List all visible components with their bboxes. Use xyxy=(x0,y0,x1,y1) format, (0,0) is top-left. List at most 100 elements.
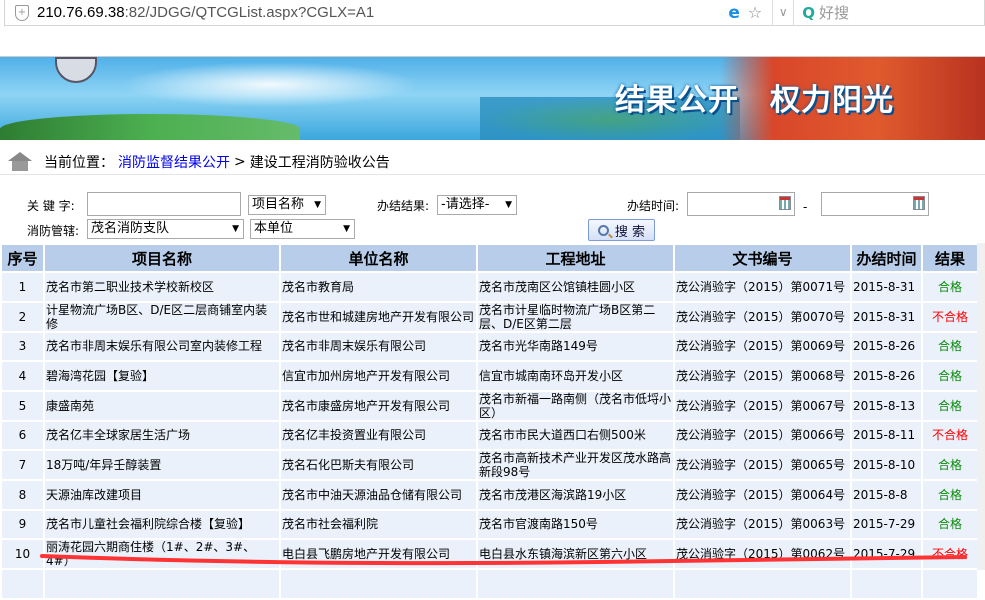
search-button[interactable]: 搜 索 xyxy=(588,219,655,241)
table-row[interactable]: 1 茂名市第二职业技术学校新校区 茂名市教育局 茂名市茂南区公馆镇桂圆小区 茂公消验字（… xyxy=(0,271,979,303)
document-number: 茂公消验字（2015）第0069号 xyxy=(673,330,852,362)
project-name[interactable]: 茂名亿丰全球家居生活广场 xyxy=(43,419,281,451)
keyword-input[interactable] xyxy=(87,192,241,216)
table-cell xyxy=(673,568,852,600)
table-header-row: 序号 项目名称 单位名称 工程地址 文书编号 办结时间 结果 xyxy=(0,243,979,273)
row-number: 5 xyxy=(0,389,45,422)
keyword-field-select[interactable]: 项目名称 ▼ xyxy=(248,195,326,215)
unit-name: 茂名市世和城建房地产开发有限公司 xyxy=(279,300,478,333)
chevron-down-icon: ▼ xyxy=(343,224,350,234)
project-name[interactable]: 康盛南苑 xyxy=(43,389,281,422)
header-banner: 结果公开 权力阳光 xyxy=(0,57,985,140)
banner-slogan: 结果公开 权力阳光 xyxy=(615,83,894,118)
column-header: 单位名称 xyxy=(279,243,478,273)
completion-date: 2015-8-31 xyxy=(850,271,923,303)
row-number: 3 xyxy=(0,330,45,362)
table-cell xyxy=(921,568,979,600)
project-address: 电白县水东镇海滨新区第六小区 xyxy=(476,538,675,570)
table-cell xyxy=(43,568,281,600)
project-address: 茂名市茂南区公馆镇桂圆小区 xyxy=(476,271,675,303)
completion-date: 2015-8-8 xyxy=(850,479,923,511)
unit-name: 信宜市加州房地产开发有限公司 xyxy=(279,360,478,392)
table-row[interactable]: 2 计星物流广场B区、D/E区二层商铺室内装修 茂名市世和城建房地产开发有限公司 茂名… xyxy=(0,300,979,333)
document-number: 茂公消验字（2015）第0066号 xyxy=(673,419,852,451)
date-to-input[interactable] xyxy=(821,192,929,216)
project-address: 信宜市城南南环岛开发小区 xyxy=(476,360,675,392)
project-name[interactable]: 碧海湾花园【复验】 xyxy=(43,360,281,392)
address-bar[interactable]: + 210.76.69.38:82/JDGG/QTCGList.aspx?CGL… xyxy=(4,0,985,26)
unit-name: 茂名市教育局 xyxy=(279,271,478,303)
table-row[interactable] xyxy=(0,568,979,600)
results-table: 序号 项目名称 单位名称 工程地址 文书编号 办结时间 结果 1 茂名市第二职业技术学校新校区… xyxy=(0,243,979,600)
chevron-down-icon: ▼ xyxy=(505,200,512,210)
unit-name: 茂名市中油天源油品仓储有限公司 xyxy=(279,479,478,511)
completion-date: 2015-7-29 xyxy=(850,508,923,540)
dept-select[interactable]: 茂名消防支队 ▼ xyxy=(87,219,244,239)
result: 不合格 xyxy=(921,419,979,451)
result: 合格 xyxy=(921,479,979,511)
keyword-label: 关 键 字: xyxy=(27,199,75,213)
completion-date: 2015-7-29 xyxy=(850,538,923,570)
document-number: 茂公消验字（2015）第0067号 xyxy=(673,389,852,422)
date-from-input[interactable] xyxy=(687,192,795,216)
project-address: 茂名市市民大道西口右侧500米 xyxy=(476,419,675,451)
breadcrumb-label: 当前位置： xyxy=(44,155,114,171)
document-number: 茂公消验字（2015）第0062号 xyxy=(673,538,852,570)
table-row[interactable]: 7 18万吨/年异壬醇装置 茂名石化巴斯夫有限公司 茂名市高新技术产业开发区茂水路高新… xyxy=(0,449,979,481)
project-name[interactable]: 18万吨/年异壬醇装置 xyxy=(43,449,281,481)
result: 合格 xyxy=(921,508,979,540)
row-number: 7 xyxy=(0,449,45,481)
security-shield-icon[interactable]: + xyxy=(15,4,29,21)
dropdown-chevron-icon[interactable]: ∨ xyxy=(772,0,795,25)
result: 合格 xyxy=(921,271,979,303)
breadcrumb-link[interactable]: 消防监督结果公开 xyxy=(118,152,230,172)
project-name[interactable]: 天源油库改建项目 xyxy=(43,479,281,511)
column-header: 序号 xyxy=(0,243,45,273)
result-select[interactable]: -请选择- ▼ xyxy=(437,195,517,215)
project-name[interactable]: 计星物流广场B区、D/E区二层商铺室内装修 xyxy=(43,300,281,333)
unit-name: 电白县飞鹏房地产开发有限公司 xyxy=(279,538,478,570)
project-name[interactable]: 茂名市第二职业技术学校新校区 xyxy=(43,271,281,303)
table-row[interactable]: 3 茂名市非周末娱乐有限公司室内装修工程 茂名市非周末娱乐有限公司 茂名市光华南路14… xyxy=(0,330,979,362)
column-header: 工程地址 xyxy=(476,243,675,273)
project-name[interactable]: 茂名市非周末娱乐有限公司室内装修工程 xyxy=(43,330,281,362)
row-number: 1 xyxy=(0,271,45,303)
unit-name: 茂名亿丰投资置业有限公司 xyxy=(279,419,478,451)
table-cell xyxy=(850,568,923,600)
table-row[interactable]: 5 康盛南苑 茂名市康盛房地产开发有限公司 茂名市新福一路南侧（茂名市低埒小区） 茂公消… xyxy=(0,389,979,422)
breadcrumb: 当前位置： 消防监督结果公开 > 建设工程消防验收公告 xyxy=(8,152,390,172)
table-row[interactable]: 8 天源油库改建项目 茂名市中油天源油品仓储有限公司 茂名市茂港区海滨路19小区 茂公消… xyxy=(0,479,979,511)
project-address: 茂名市官渡南路150号 xyxy=(476,508,675,540)
document-number: 茂公消验字（2015）第0070号 xyxy=(673,300,852,333)
unit-name: 茂名市非周末娱乐有限公司 xyxy=(279,330,478,362)
table-row[interactable]: 10 丽涛花园六期商住楼（1#、2#、3#、4#） 电白县飞鹏房地产开发有限公司 电白… xyxy=(0,538,979,570)
ie-mode-icon[interactable]: e xyxy=(728,3,740,23)
bookmark-star-icon[interactable]: ☆ xyxy=(748,3,762,22)
result: 合格 xyxy=(921,389,979,422)
row-number: 2 xyxy=(0,300,45,333)
url-text[interactable]: 210.76.69.38:82/JDGG/QTCGList.aspx?CGLX=… xyxy=(37,4,374,21)
table-row[interactable]: 9 茂名市儿童社会福利院综合楼【复验】 茂名市社会福利院 茂名市官渡南路150号 茂公消… xyxy=(0,508,979,540)
calendar-icon[interactable] xyxy=(913,196,925,210)
scrollbar[interactable] xyxy=(977,243,985,570)
result: 合格 xyxy=(921,360,979,392)
table-cell xyxy=(0,568,45,600)
project-address: 茂名市新福一路南侧（茂名市低埒小区） xyxy=(476,389,675,422)
table-cell xyxy=(279,568,478,600)
browser-search-input[interactable]: 好搜 xyxy=(819,2,984,23)
row-number: 4 xyxy=(0,360,45,392)
result: 不合格 xyxy=(921,300,979,333)
calendar-icon[interactable] xyxy=(779,196,791,210)
scope-select[interactable]: 本单位 ▼ xyxy=(250,219,355,239)
result-label: 办结结果: xyxy=(377,199,430,213)
table-row[interactable]: 4 碧海湾花园【复验】 信宜市加州房地产开发有限公司 信宜市城南南环岛开发小区 茂公消验… xyxy=(0,360,979,392)
table-row[interactable]: 6 茂名亿丰全球家居生活广场 茂名亿丰投资置业有限公司 茂名市市民大道西口右侧500米… xyxy=(0,419,979,451)
completion-date: 2015-8-31 xyxy=(850,300,923,333)
project-name[interactable]: 丽涛花园六期商住楼（1#、2#、3#、4#） xyxy=(43,538,281,570)
project-name[interactable]: 茂名市儿童社会福利院综合楼【复验】 xyxy=(43,508,281,540)
column-header: 文书编号 xyxy=(673,243,852,273)
document-number: 茂公消验字（2015）第0064号 xyxy=(673,479,852,511)
search-engine-icon: Q xyxy=(802,3,815,22)
row-number: 9 xyxy=(0,508,45,540)
chevron-down-icon: ▼ xyxy=(314,200,321,210)
